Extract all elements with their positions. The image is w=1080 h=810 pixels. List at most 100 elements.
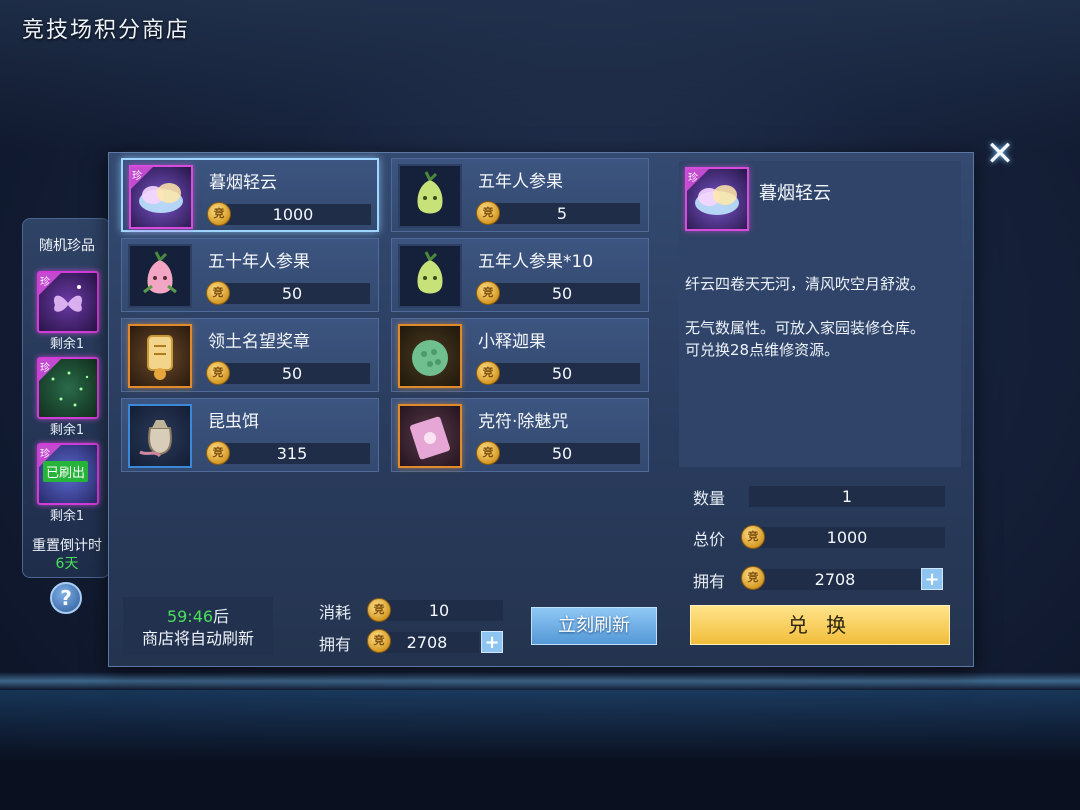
item-gem-label: 珍 (132, 171, 142, 182)
reset-countdown-value: 6天 (55, 556, 79, 572)
detail-description: 纤云四卷天无河，清风吹空月舒波。 无气数属性。可放入家园装修仓库。 可兑换28点… (685, 273, 957, 361)
item-name: 领土名望奖章 (208, 332, 310, 352)
refresh-timer-suffix: 后 (213, 607, 230, 626)
talisman-icon (410, 416, 450, 460)
shop-item-7[interactable]: 昆虫饵 315 竞 (121, 398, 379, 472)
detail-thumb: 珍 (685, 167, 749, 231)
background-bottom (0, 690, 1080, 810)
refresh-cost-label: 消耗 (319, 603, 352, 622)
refresh-timer: 59:46后 (123, 603, 273, 627)
item-thumb (398, 404, 462, 468)
item-thumb (398, 244, 462, 308)
treasure-slot-1[interactable]: 珍 (37, 271, 99, 333)
add-currency-button[interactable]: + (921, 568, 943, 590)
exchange-button[interactable]: 兑 换 (690, 605, 950, 645)
owned-label: 拥有 (693, 572, 726, 591)
item-price: 50 (281, 364, 303, 383)
item-price-bar: 50 (484, 363, 640, 384)
shop-item-5[interactable]: 领土名望奖章 50 竞 (121, 318, 379, 392)
help-icon[interactable]: ? (50, 582, 82, 614)
shop-item-6[interactable]: 小释迦果 50 竞 (391, 318, 649, 392)
shop-item-1[interactable]: 珍 暮烟轻云 1000 竞 (121, 158, 379, 232)
arena-coin-icon: 竞 (207, 202, 231, 226)
item-thumb (128, 324, 192, 388)
random-treasure-title: 随机珍品 (39, 238, 95, 254)
item-price-bar: 50 (484, 283, 640, 304)
treasure-remain-3: 剩余1 (49, 509, 85, 524)
total-price-label: 总价 (693, 530, 726, 549)
ginseng-fruit-icon (417, 171, 443, 214)
shop-item-8[interactable]: 克符·除魅咒 50 竞 (391, 398, 649, 472)
refresh-now-button[interactable]: 立刻刷新 (531, 607, 657, 645)
treasure-remain-1: 剩余1 (49, 337, 85, 352)
arena-coin-icon: 竞 (367, 598, 391, 622)
item-detail-panel: 珍 暮烟轻云 纤云四卷天无河，清风吹空月舒波。 无气数属性。可放入家园装修仓库。… (679, 161, 961, 467)
bait-bag-icon (139, 420, 172, 458)
random-treasure-panel: 随机珍品 珍 剩余1 珍 剩余1 珍 已刷出 剩余1 重置倒计时 6天 (22, 218, 110, 578)
item-name: 五年人参果 (478, 172, 563, 192)
close-icon[interactable]: ✕ (982, 136, 1018, 172)
arena-coin-icon: 竞 (367, 629, 391, 653)
detail-gem-label: 珍 (688, 173, 698, 184)
auto-refresh-timer: 59:46后 商店将自动刷新 (123, 597, 273, 655)
item-name: 五年人参果*10 (478, 252, 594, 272)
sugar-apple-icon (412, 340, 448, 376)
detail-desc-line-1: 纤云四卷天无河，清风吹空月舒波。 (685, 275, 926, 293)
item-name: 昆虫饵 (208, 412, 259, 432)
arena-coin-icon: 竞 (476, 281, 500, 305)
item-thumb (128, 244, 192, 308)
ginseng-fruit-pink-icon (143, 251, 177, 294)
arena-coin-icon: 竞 (476, 441, 500, 465)
treasure-gem-label: 珍 (40, 277, 50, 288)
item-price: 1000 (272, 205, 314, 224)
item-price-bar: 5 (484, 203, 640, 224)
refresh-own-label: 拥有 (319, 635, 352, 654)
item-price-bar: 315 (214, 443, 370, 464)
item-price: 50 (281, 284, 303, 303)
item-thumb (128, 404, 192, 468)
item-thumb (398, 164, 462, 228)
detail-item-name: 暮烟轻云 (759, 183, 831, 204)
shop-item-2[interactable]: 五年人参果 5 竞 (391, 158, 649, 232)
item-price-bar: 50 (214, 283, 370, 304)
refresh-timer-value: 59:46 (166, 607, 214, 626)
shop-item-4[interactable]: 五年人参果*10 50 竞 (391, 238, 649, 312)
reset-countdown-label: 重置倒计时 (32, 538, 102, 554)
item-name: 小释迦果 (478, 332, 546, 352)
item-name: 五十年人参果 (208, 252, 310, 272)
arena-coin-icon: 竞 (741, 566, 765, 590)
item-price: 50 (551, 444, 573, 463)
refreshed-badge: 已刷出 (43, 461, 89, 482)
item-price: 50 (551, 364, 573, 383)
arena-coin-icon: 竞 (476, 201, 500, 225)
treasure-slot-3[interactable]: 珍 已刷出 (37, 443, 99, 505)
detail-desc-line-3: 可兑换28点维修资源。 (685, 341, 840, 359)
item-thumb: 珍 (129, 165, 193, 229)
owned-value: 2708 (749, 569, 921, 590)
item-price-bar: 50 (484, 443, 640, 464)
refresh-cost-value: 10 (375, 600, 503, 621)
arena-coin-icon: 竞 (476, 361, 500, 385)
item-price-bar: 1000 (215, 204, 371, 225)
arena-coin-icon: 竞 (206, 441, 230, 465)
treasure-gem-label: 珍 (40, 449, 50, 460)
treasure-gem-label: 珍 (40, 363, 50, 374)
medal-icon (147, 335, 173, 380)
ginseng-fruit-icon (417, 251, 443, 294)
item-thumb (398, 324, 462, 388)
item-price: 5 (556, 204, 568, 223)
arena-coin-icon: 竞 (206, 361, 230, 385)
shop-item-3[interactable]: 五十年人参果 50 竞 (121, 238, 379, 312)
arena-coin-icon: 竞 (741, 525, 765, 549)
item-name: 暮烟轻云 (209, 173, 277, 193)
shop-panel: 珍 暮烟轻云 1000 竞 五年人参果 5 竞 五十年人参果 50 竞 五年人参… (108, 152, 974, 667)
refresh-note: 商店将自动刷新 (141, 629, 254, 648)
item-price: 315 (276, 444, 308, 463)
treasure-slot-2[interactable]: 珍 (37, 357, 99, 419)
treasure-remain-2: 剩余1 (49, 423, 85, 438)
arena-coin-icon: 竞 (206, 281, 230, 305)
add-currency-button[interactable]: + (481, 631, 503, 653)
page-title: 竞技场积分商店 (22, 18, 191, 43)
quantity-input[interactable]: 1 (749, 486, 945, 507)
item-price: 50 (551, 284, 573, 303)
